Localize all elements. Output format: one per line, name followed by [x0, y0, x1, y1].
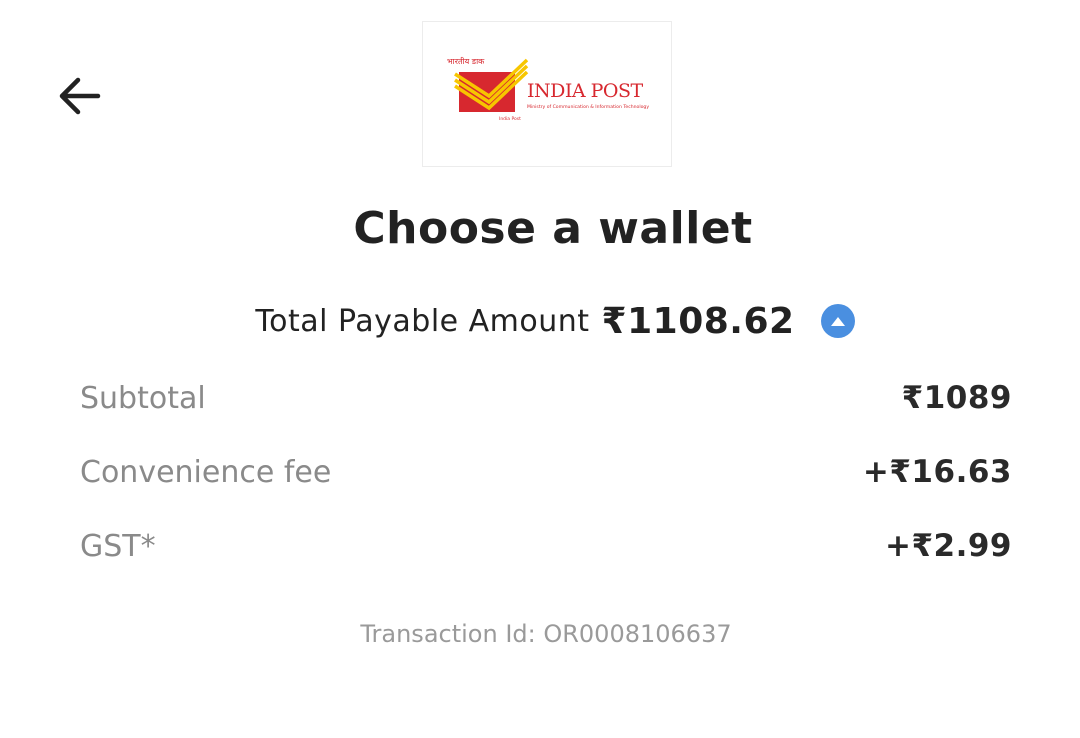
- breakdown-value: ₹1089: [901, 380, 1012, 416]
- total-payable-amount: ₹1108.62: [601, 300, 795, 342]
- collapse-breakdown-button[interactable]: [820, 304, 855, 338]
- logo-brand-name: INDIA POST: [527, 80, 644, 102]
- arrow-left-icon: [59, 77, 101, 115]
- breakdown-label: GST*: [80, 528, 156, 564]
- total-payable-row: Total Payable Amount ₹1108.62: [0, 296, 1080, 346]
- chevron-up-circle-icon: [830, 317, 845, 326]
- wallet-selection-screen: भारतीय डाक INDIA POST Ministry of Commun…: [0, 0, 1080, 738]
- breakdown-value: +₹2.99: [884, 528, 1012, 564]
- page-title: Choose a wallet: [353, 203, 753, 254]
- logo-subtitle: Ministry of Communication & Information …: [527, 104, 649, 110]
- transaction-id: Transaction Id: OR0008106637: [360, 620, 732, 648]
- logo-caption: India Post: [499, 116, 521, 122]
- back-button[interactable]: [50, 68, 106, 124]
- breakdown-row-convenience-fee: Convenience fee +₹16.63: [80, 450, 1012, 494]
- breakdown-label: Subtotal: [80, 380, 206, 416]
- breakdown-row-gst: GST* +₹2.99: [80, 524, 1012, 568]
- breakdown-label: Convenience fee: [80, 454, 332, 490]
- total-payable-label: Total Payable Amount: [255, 303, 590, 339]
- merchant-logo: भारतीय डाक INDIA POST Ministry of Commun…: [422, 21, 672, 167]
- logo-hindi-text: भारतीय डाक: [447, 56, 485, 66]
- breakdown-row-subtotal: Subtotal ₹1089: [80, 376, 1012, 420]
- breakdown-value: +₹16.63: [862, 454, 1012, 490]
